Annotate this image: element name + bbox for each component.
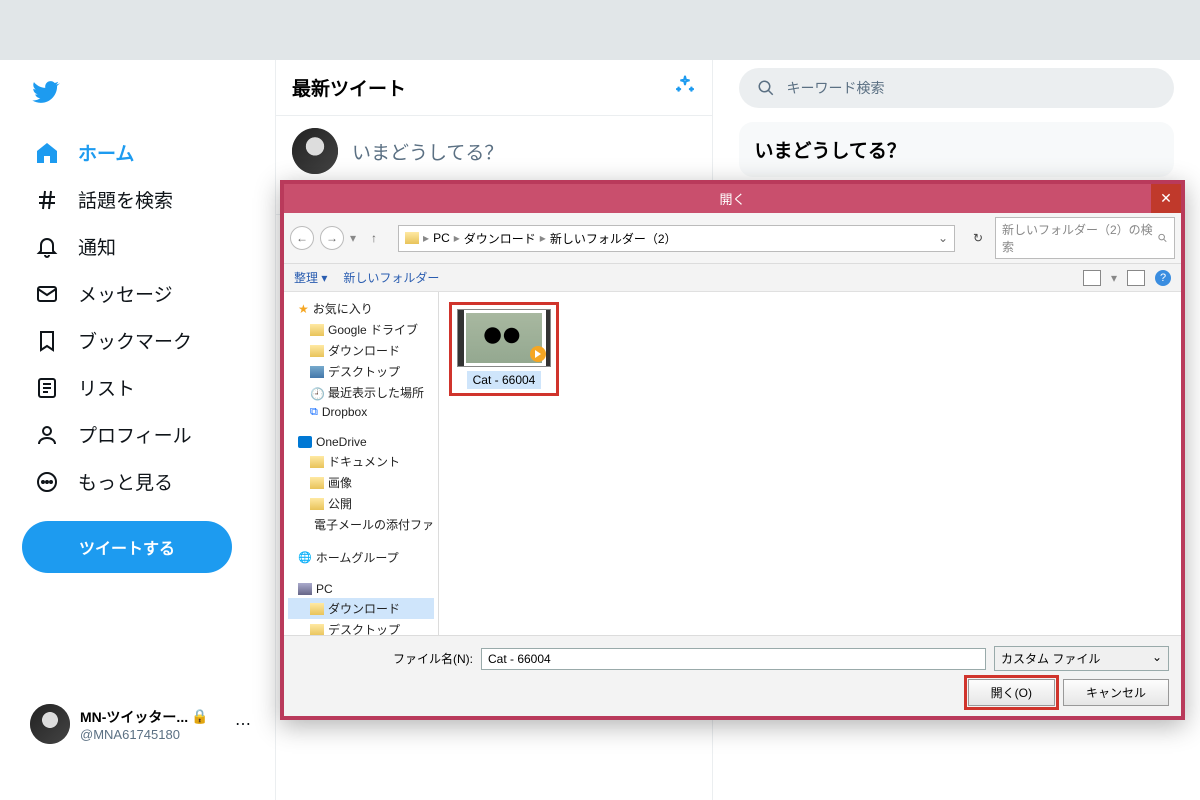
nav-profile[interactable]: プロフィール: [22, 411, 259, 458]
tree-recent[interactable]: 🕘最近表示した場所: [288, 382, 434, 403]
breadcrumb-folder[interactable]: 新しいフォルダー（2）: [550, 230, 677, 247]
new-folder-button[interactable]: 新しいフォルダー: [343, 269, 439, 286]
nav-back-button[interactable]: ←: [290, 226, 314, 250]
nav-dropdown-icon[interactable]: ▾: [350, 231, 356, 245]
tree-documents[interactable]: ドキュメント: [288, 451, 434, 472]
tree-homegroup[interactable]: 🌐ホームグループ: [288, 547, 434, 568]
nav-notifications[interactable]: 通知: [22, 223, 259, 270]
tree-pc[interactable]: PC: [288, 580, 434, 598]
nav-bookmarks[interactable]: ブックマーク: [22, 317, 259, 364]
file-name-label: Cat - 66004: [467, 371, 542, 389]
nav-notif-label: 通知: [78, 233, 116, 260]
dialog-toolbar: 整理 ▾ 新しいフォルダー ▾ ?: [284, 264, 1181, 292]
search-icon: [1157, 232, 1168, 244]
tree-desktop-2[interactable]: デスクトップ: [288, 619, 434, 635]
nav-home[interactable]: ホーム: [22, 129, 259, 176]
tree-favorites[interactable]: ★お気に入り: [288, 298, 434, 319]
file-list[interactable]: Cat - 66004: [439, 292, 1181, 635]
breadcrumb-pc[interactable]: PC: [433, 231, 450, 245]
tree-desktop[interactable]: デスクトップ: [288, 361, 434, 382]
nav-list-label: リスト: [78, 374, 135, 401]
folder-tree[interactable]: ★お気に入り Google ドライブ ダウンロード デスクトップ 🕘最近表示した…: [284, 292, 439, 635]
sidebar: ホーム 話題を検索 通知 メッセージ ブックマーク リスト プロフィール もっと…: [0, 60, 275, 800]
compose-placeholder[interactable]: いまどうしてる？: [352, 128, 503, 174]
account-handle: @MNA61745180: [80, 727, 225, 742]
nav-explore-label: 話題を検索: [78, 186, 173, 213]
nav-forward-button[interactable]: →: [320, 226, 344, 250]
dialog-search-input[interactable]: 新しいフォルダー（2）の検索: [995, 217, 1175, 259]
tree-downloads-2[interactable]: ダウンロード: [288, 598, 434, 619]
tree-images[interactable]: 画像: [288, 472, 434, 493]
nav-messages[interactable]: メッセージ: [22, 270, 259, 317]
breadcrumb[interactable]: ▸ PC▸ ダウンロード▸ 新しいフォルダー（2） ⌄: [398, 225, 955, 252]
widget-title: いまどうしてる？: [755, 136, 1159, 163]
tree-downloads[interactable]: ダウンロード: [288, 340, 434, 361]
dialog-title: 開く: [719, 192, 745, 207]
twitter-logo[interactable]: [22, 68, 259, 129]
filename-input[interactable]: [481, 648, 986, 670]
nav-lists[interactable]: リスト: [22, 364, 259, 411]
nav-up-button[interactable]: ↑: [362, 226, 386, 250]
home-icon: [34, 140, 60, 166]
dialog-search-placeholder: 新しいフォルダー（2）の検索: [1002, 221, 1153, 255]
file-item-cat[interactable]: Cat - 66004: [449, 302, 559, 396]
organize-menu[interactable]: 整理 ▾: [294, 269, 327, 286]
close-button[interactable]: ✕: [1151, 184, 1181, 213]
tree-gdrive[interactable]: Google ドライブ: [288, 319, 434, 340]
open-button[interactable]: 開く(O): [968, 679, 1055, 706]
tweet-button[interactable]: ツイートする: [22, 521, 232, 573]
sparkle-icon[interactable]: [674, 74, 696, 101]
play-icon: [530, 346, 546, 362]
video-thumbnail: [457, 309, 551, 367]
page-title: 最新ツイート: [292, 74, 406, 101]
tree-onedrive[interactable]: OneDrive: [288, 433, 434, 451]
account-info: MN-ツイッター...🔒 @MNA61745180: [80, 707, 225, 742]
timeline-header: 最新ツイート: [276, 60, 712, 116]
filename-label: ファイル名(N):: [393, 650, 473, 667]
dialog-footer: ファイル名(N): カスタム ファイル⌄ 開く(O) キャンセル: [284, 635, 1181, 716]
bookmark-icon: [34, 328, 60, 354]
nav-msg-label: メッセージ: [78, 280, 173, 307]
preview-pane-button[interactable]: [1127, 270, 1145, 286]
account-menu-icon[interactable]: ⋯: [235, 714, 251, 734]
avatar: [30, 704, 70, 744]
cancel-button[interactable]: キャンセル: [1063, 679, 1169, 706]
compose-avatar: [292, 128, 338, 174]
search-input[interactable]: キーワード検索: [739, 68, 1175, 108]
nav-explore[interactable]: 話題を検索: [22, 176, 259, 223]
search-icon: [757, 79, 775, 97]
dialog-nav: ← → ▾ ↑ ▸ PC▸ ダウンロード▸ 新しいフォルダー（2） ⌄ ↻ 新し…: [284, 213, 1181, 264]
folder-icon: [405, 232, 419, 244]
nav-more-label: もっと見る: [78, 468, 173, 495]
dialog-title-bar: 開く ✕: [284, 184, 1181, 213]
view-mode-button[interactable]: [1083, 270, 1101, 286]
more-icon: [34, 469, 60, 495]
list-icon: [34, 375, 60, 401]
nav-prof-label: プロフィール: [78, 421, 192, 448]
nav-home-label: ホーム: [78, 139, 134, 166]
account-name: MN-ツイッター...🔒: [80, 707, 225, 727]
account-switcher[interactable]: MN-ツイッター...🔒 @MNA61745180 ⋯: [22, 696, 259, 752]
person-icon: [34, 422, 60, 448]
help-button[interactable]: ?: [1155, 270, 1171, 286]
tree-public[interactable]: 公開: [288, 493, 434, 514]
hashtag-icon: [34, 187, 60, 213]
search-placeholder: キーワード検索: [787, 78, 885, 98]
tree-mail-attach[interactable]: 電子メールの添付ファ: [288, 514, 434, 535]
nav-more[interactable]: もっと見る: [22, 458, 259, 505]
file-open-dialog: 開く ✕ ← → ▾ ↑ ▸ PC▸ ダウンロード▸ 新しいフォルダー（2） ⌄…: [280, 180, 1185, 720]
breadcrumb-dropdown-icon[interactable]: ⌄: [938, 231, 948, 245]
tree-dropbox[interactable]: ⧉Dropbox: [288, 403, 434, 421]
trends-widget: いまどうしてる？: [739, 122, 1175, 177]
filetype-select[interactable]: カスタム ファイル⌄: [994, 646, 1169, 671]
nav-bm-label: ブックマーク: [78, 327, 192, 354]
lock-icon: 🔒: [191, 708, 208, 725]
mail-icon: [34, 281, 60, 307]
refresh-button[interactable]: ↻: [967, 227, 989, 249]
bell-icon: [34, 234, 60, 260]
breadcrumb-downloads[interactable]: ダウンロード: [464, 230, 536, 247]
